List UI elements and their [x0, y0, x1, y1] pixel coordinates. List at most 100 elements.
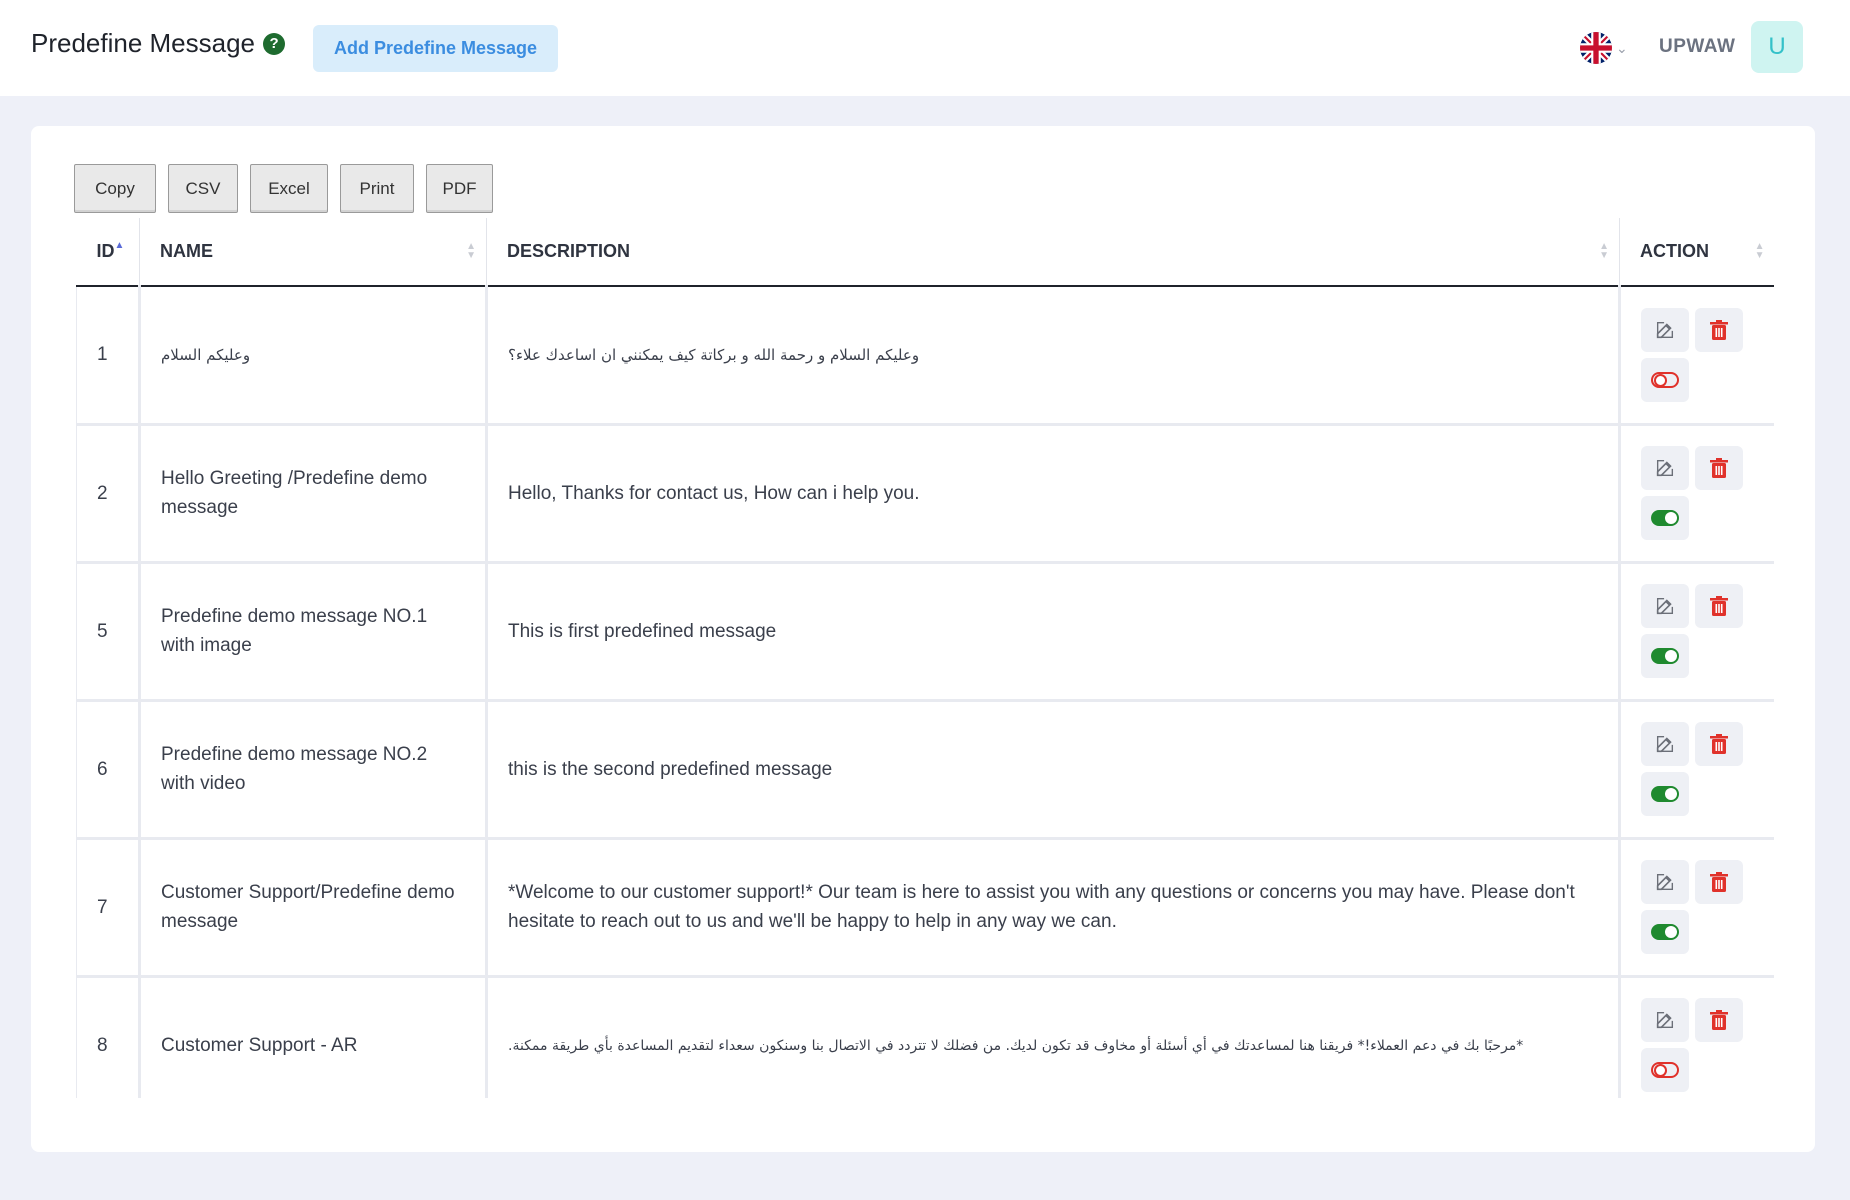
edit-icon [1656, 1011, 1674, 1029]
avatar[interactable]: U [1751, 21, 1803, 73]
row-id: 2 [76, 424, 141, 564]
row-description-text: *مرحبًا بك في دعم العملاء!* فريقنا هنا ل… [508, 1037, 1524, 1054]
column-header-action[interactable]: ACTION ▲ ▼ [1619, 218, 1774, 287]
row-name-text: Predefine demo message NO.1 with image [161, 606, 428, 656]
delete-button[interactable] [1695, 860, 1743, 904]
row-description: this is the second predefined message [486, 700, 1621, 840]
pdf-button[interactable]: PDF [426, 164, 493, 213]
status-toggle[interactable] [1641, 772, 1689, 816]
sort-icon: ▲ ▼ [1599, 241, 1609, 261]
edit-button[interactable] [1641, 307, 1689, 352]
edit-button[interactable] [1641, 584, 1689, 628]
row-actions [1619, 976, 1774, 1098]
column-header-description[interactable]: DESCRIPTION ▲ ▼ [486, 218, 1620, 287]
edit-button[interactable] [1641, 998, 1689, 1042]
row-description: وعليكم السلام و رحمة الله و بركاتة كيف ي… [486, 286, 1621, 426]
excel-button[interactable]: Excel [250, 164, 328, 213]
column-header-id[interactable]: ID▲ [76, 218, 140, 287]
row-description-text: this is the second predefined message [508, 758, 833, 780]
row-actions [1619, 424, 1774, 564]
delete-button[interactable] [1695, 998, 1743, 1042]
edit-icon [1656, 459, 1674, 477]
status-toggle[interactable] [1641, 910, 1689, 954]
sort-icon: ▲ ▼ [1754, 241, 1765, 261]
language-selector[interactable]: ⌄ [1580, 32, 1628, 64]
page-title: Predefine Message ? [31, 28, 286, 59]
row-id-text: 5 [97, 620, 108, 642]
row-id: 6 [76, 700, 141, 840]
edit-button[interactable] [1641, 722, 1689, 766]
delete-button[interactable] [1695, 722, 1743, 766]
row-description-text: This is first predefined message [508, 620, 777, 642]
csv-button[interactable]: CSV [168, 164, 238, 213]
row-name-text: Predefine demo message NO.2 with video [161, 744, 428, 794]
row-name-text: وعليكم السلام [161, 345, 251, 364]
sort-asc-icon: ▲ [114, 240, 125, 251]
toggle-icon [1651, 924, 1679, 940]
content-card: Copy CSV Excel Print PDF ID▲ NAME ▲ ▼ DE… [31, 126, 1815, 1152]
trash-icon [1710, 872, 1728, 892]
table-header-row: ID▲ NAME ▲ ▼ DESCRIPTION ▲ ▼ ACTION ▲ ▼ [76, 218, 1774, 287]
status-toggle[interactable] [1641, 496, 1689, 540]
row-description-text: Hello, Thanks for contact us, How can i … [508, 482, 920, 504]
row-name: Customer Support - AR [139, 976, 488, 1098]
row-description: *مرحبًا بك في دعم العملاء!* فريقنا هنا ل… [486, 976, 1621, 1098]
status-toggle[interactable] [1641, 357, 1689, 402]
delete-button[interactable] [1695, 307, 1743, 352]
export-toolbar: Copy CSV Excel Print PDF [74, 164, 493, 213]
delete-button[interactable] [1695, 584, 1743, 628]
table-row: 2 Hello Greeting /Predefine demo message… [76, 424, 1774, 564]
status-toggle[interactable] [1641, 634, 1689, 678]
print-button[interactable]: Print [340, 164, 414, 213]
row-actions [1619, 838, 1774, 978]
messages-table: ID▲ NAME ▲▼ DESCRIPTION ▲▼ ACTION ▲▼ [76, 218, 1774, 1098]
trash-icon [1710, 458, 1728, 478]
row-name-text: Customer Support/Predefine demo message [161, 882, 455, 932]
chevron-down-icon: ⌄ [1616, 39, 1628, 56]
row-actions [1619, 700, 1774, 840]
table-row: 5 Predefine demo message NO.1 with image… [76, 562, 1774, 702]
row-id: 5 [76, 562, 141, 702]
toggle-icon [1651, 510, 1679, 526]
uk-flag-icon [1580, 32, 1612, 64]
edit-button[interactable] [1641, 860, 1689, 904]
edit-button[interactable] [1641, 446, 1689, 490]
row-id-text: 8 [97, 1034, 108, 1056]
username[interactable]: UPWAW [1659, 36, 1735, 58]
edit-icon [1656, 321, 1674, 338]
toggle-icon [1651, 648, 1679, 664]
table-row: 6 Predefine demo message NO.2 with video… [76, 700, 1774, 840]
trash-icon [1710, 1010, 1728, 1030]
row-id-text: 2 [97, 482, 108, 504]
edit-icon [1656, 735, 1674, 753]
row-description-text: *Welcome to our customer support!* Our t… [508, 882, 1575, 932]
page-title-text: Predefine Message [31, 28, 256, 58]
table-row: 1 وعليكم السلام وعليكم السلام و رحمة الل… [76, 286, 1774, 426]
question-circle-icon[interactable]: ? [263, 32, 286, 55]
copy-button[interactable]: Copy [74, 164, 156, 213]
row-name: Predefine demo message NO.1 with image [139, 562, 488, 702]
row-description: Hello, Thanks for contact us, How can i … [486, 424, 1621, 564]
row-name-text: Hello Greeting /Predefine demo message [161, 468, 428, 518]
trash-icon [1710, 319, 1728, 340]
toggle-icon [1651, 371, 1679, 388]
edit-icon [1656, 873, 1674, 891]
column-header-name[interactable]: NAME ▲ ▼ [139, 218, 487, 287]
table-row: 8 Customer Support - AR *مرحبًا بك في دع… [76, 976, 1774, 1098]
toggle-icon [1651, 786, 1679, 802]
row-id: 1 [76, 286, 141, 426]
row-id: 8 [76, 976, 141, 1098]
row-id-text: 6 [97, 758, 108, 780]
messages-table-wrap: ID▲ NAME ▲▼ DESCRIPTION ▲▼ ACTION ▲▼ [76, 218, 1774, 1098]
table-row: 7 Customer Support/Predefine demo messag… [76, 838, 1774, 978]
row-actions [1619, 562, 1774, 702]
delete-button[interactable] [1695, 446, 1743, 490]
row-name: Hello Greeting /Predefine demo message [139, 424, 488, 564]
add-predefine-message-button[interactable]: Add Predefine Message [313, 25, 558, 72]
row-name-text: Customer Support - AR [161, 1034, 358, 1056]
row-description: *Welcome to our customer support!* Our t… [486, 838, 1621, 978]
row-id-text: 7 [97, 896, 108, 918]
status-toggle[interactable] [1641, 1048, 1689, 1092]
top-bar: Predefine Message ? Add Predefine Messag… [0, 0, 1850, 96]
row-name: Predefine demo message NO.2 with video [139, 700, 488, 840]
